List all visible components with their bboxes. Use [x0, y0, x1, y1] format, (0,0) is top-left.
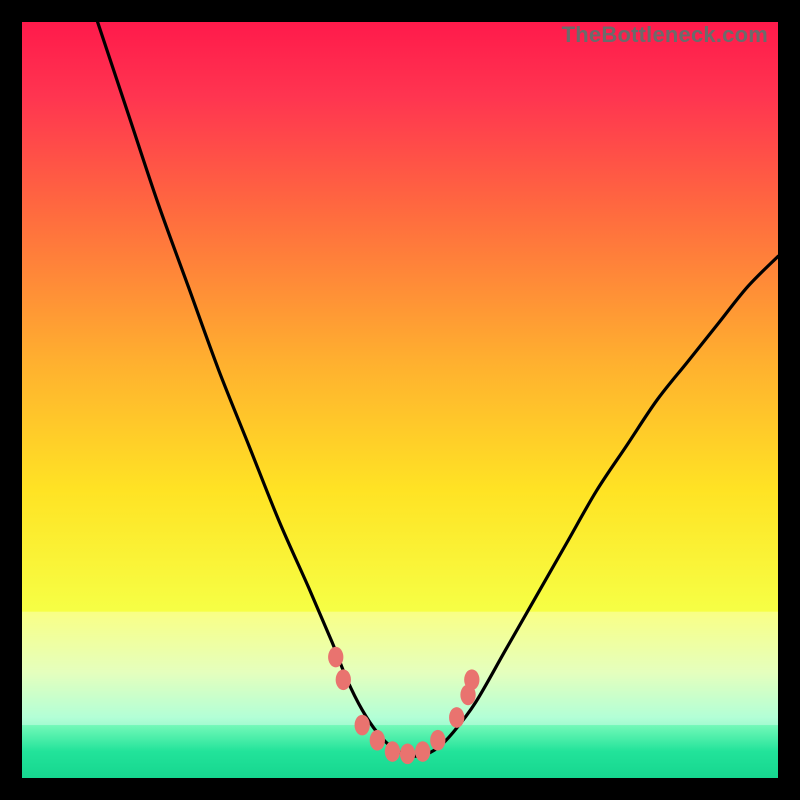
curve-marker	[355, 715, 370, 736]
curve-marker	[336, 669, 351, 690]
watermark-text: TheBottleneck.com	[562, 22, 768, 48]
curve-marker	[449, 707, 464, 728]
curve-marker	[430, 730, 445, 751]
curve-marker	[464, 669, 479, 690]
curve-marker	[415, 741, 430, 762]
curve-marker	[328, 647, 343, 668]
curve-marker	[370, 730, 385, 751]
plot-area: TheBottleneck.com	[22, 22, 778, 778]
chart-frame: TheBottleneck.com	[0, 0, 800, 800]
curve-marker	[400, 743, 415, 764]
curve-marker	[385, 741, 400, 762]
chart-svg	[22, 22, 778, 778]
pale-overlay-band	[22, 612, 778, 725]
